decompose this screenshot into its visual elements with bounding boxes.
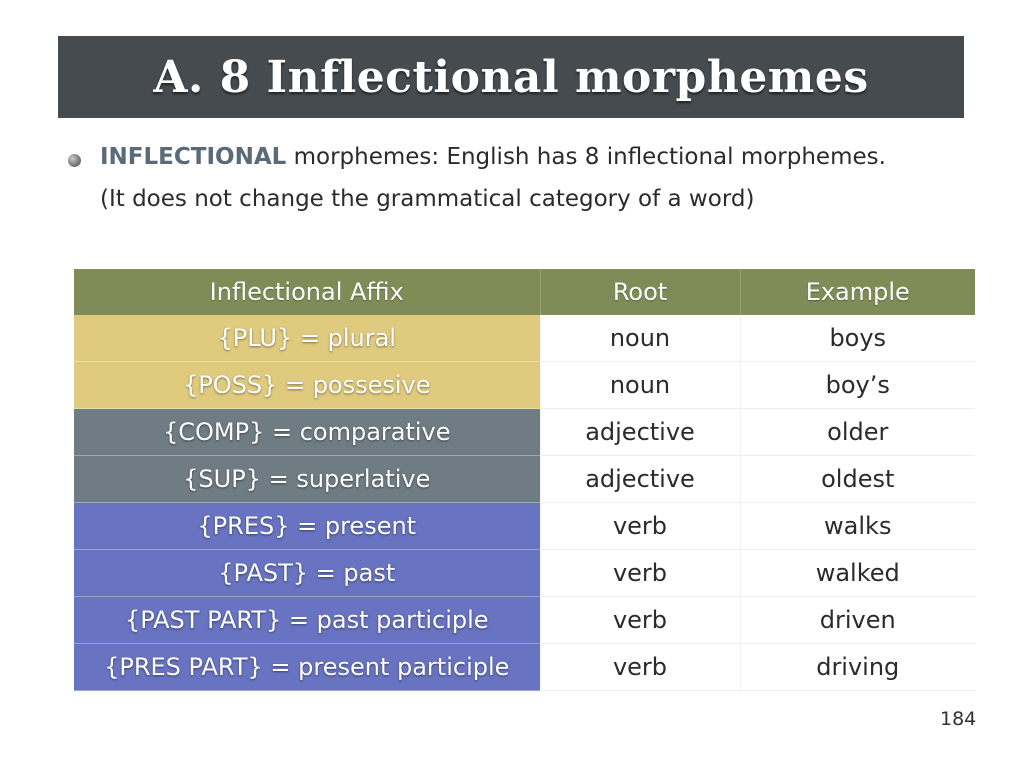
root-cell: verb xyxy=(539,502,740,550)
root-cell: noun xyxy=(539,315,740,362)
root-cell: verb xyxy=(539,596,740,644)
header-root: Root xyxy=(539,269,740,315)
affix-cell: {PAST} = past xyxy=(74,549,540,597)
table-row: {PLU} = plural noun boys xyxy=(74,315,975,362)
bullet-line-2: (It does not change the grammatical cate… xyxy=(100,186,755,212)
header-inflectional-affix: Inflectional Affix xyxy=(74,269,540,315)
affix-cell: {POSS} = possesive xyxy=(74,361,540,409)
example-cell: driving xyxy=(739,643,975,691)
table-row: {SUP} = superlative adjective oldest xyxy=(74,455,975,503)
inflectional-morphemes-table: Inflectional Affix Root Example {PLU} = … xyxy=(74,269,975,691)
root-cell: adjective xyxy=(539,455,740,503)
slide-title: A. 8 Inflectional morphemes xyxy=(153,51,869,103)
affix-cell: {PRES} = present xyxy=(74,502,540,550)
table-row: {PRES} = present verb walks xyxy=(74,502,975,550)
example-cell: walked xyxy=(739,549,975,597)
table-row: {POSS} = possesive noun boy’s xyxy=(74,361,975,409)
table-header-row: Inflectional Affix Root Example xyxy=(74,269,975,315)
table-row: {PAST} = past verb walked xyxy=(74,549,975,597)
root-cell: noun xyxy=(539,361,740,409)
example-cell: walks xyxy=(739,502,975,550)
affix-cell: {SUP} = superlative xyxy=(74,455,540,503)
bullet-line-1: INFLECTIONAL morphemes: English has 8 in… xyxy=(100,144,886,170)
title-bar: A. 8 Inflectional morphemes xyxy=(58,36,964,118)
root-cell: verb xyxy=(539,643,740,691)
affix-cell: {COMP} = comparative xyxy=(74,408,540,456)
bullet-keyword: INFLECTIONAL xyxy=(100,144,287,170)
header-example: Example xyxy=(739,269,975,315)
root-cell: verb xyxy=(539,549,740,597)
example-cell: older xyxy=(739,408,975,456)
example-cell: boy’s xyxy=(739,361,975,409)
affix-cell: {PLU} = plural xyxy=(74,315,540,362)
example-cell: boys xyxy=(739,315,975,362)
table-row: {PRES PART} = present participle verb dr… xyxy=(74,643,975,691)
table-row: {PAST PART} = past participle verb drive… xyxy=(74,596,975,644)
root-cell: adjective xyxy=(539,408,740,456)
affix-cell: {PAST PART} = past participle xyxy=(74,596,540,644)
bullet-dot-icon xyxy=(68,154,81,167)
example-cell: driven xyxy=(739,596,975,644)
page-number: 184 xyxy=(940,708,977,730)
bullet-line-1-text: morphemes: English has 8 inflectional mo… xyxy=(286,144,886,170)
table-row: {COMP} = comparative adjective older xyxy=(74,408,975,456)
affix-cell: {PRES PART} = present participle xyxy=(74,643,540,691)
example-cell: oldest xyxy=(739,455,975,503)
